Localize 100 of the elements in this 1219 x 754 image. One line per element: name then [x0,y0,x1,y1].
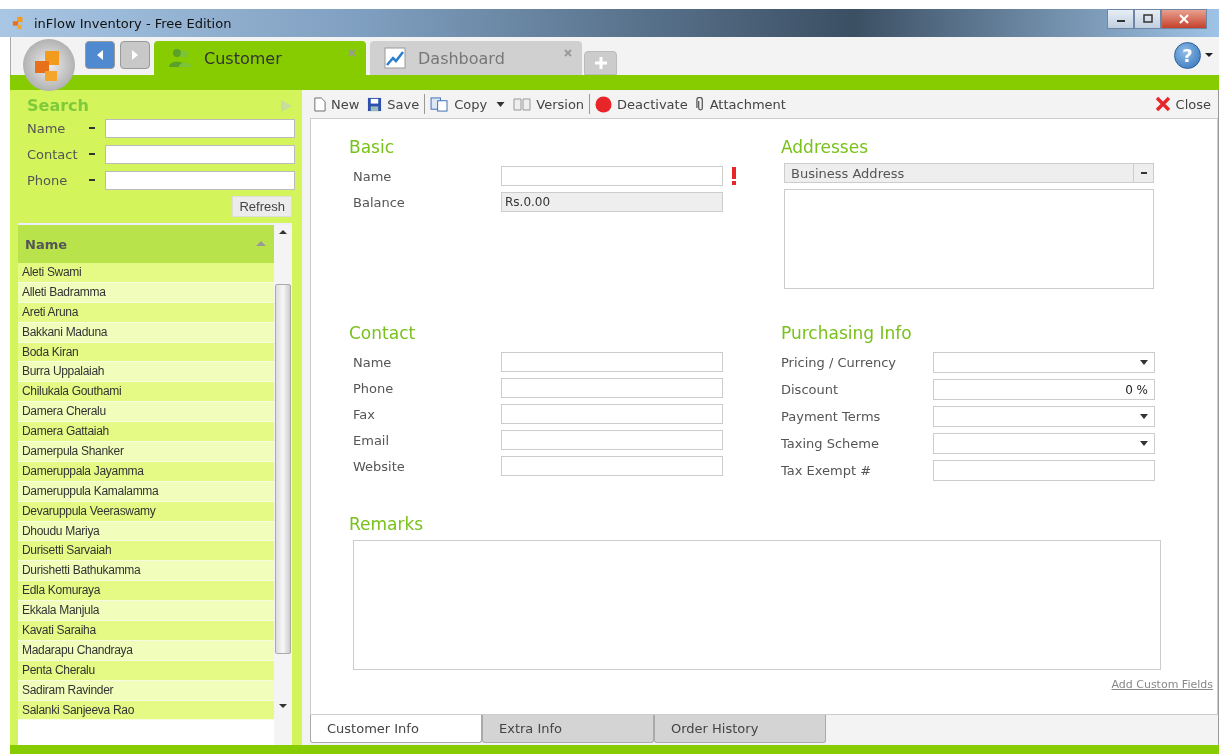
forward-button[interactable] [120,41,150,69]
scrollbar-thumb[interactable] [275,284,291,654]
customer-row[interactable]: Salanki Sanjeeva Rao [18,700,274,721]
scroll-up-icon[interactable] [279,230,287,234]
search-field[interactable] [105,118,295,138]
toolbar-button[interactable]: New [310,94,363,114]
close-icon [1177,14,1191,24]
window-title: inFlow Inventory - Free Edition [34,15,232,31]
close-icon [1154,96,1171,112]
input-field[interactable] [501,166,723,186]
customer-row[interactable]: Chilukala Gouthami [18,382,274,403]
tab[interactable]: Customer Info [310,715,482,743]
input-field[interactable] [501,456,723,476]
field-label: Discount [781,382,840,397]
maximize-icon [1141,14,1154,24]
search-label: Phone [27,172,69,188]
minimize-button[interactable] [1107,9,1134,29]
toolbar-button[interactable]: Version [510,94,588,114]
dropdown-field[interactable] [933,433,1155,454]
chart-icon [384,47,406,69]
customer-row[interactable]: Dameruppala Jayamma [18,461,274,482]
remarks-field[interactable] [353,540,1161,670]
back-button[interactable] [85,41,115,69]
customer-row[interactable]: Damera Cheralu [18,402,274,423]
input-field[interactable] [501,378,723,398]
customer-row[interactable]: Boda Kiran [18,342,274,363]
customer-row[interactable]: Dhoudu Mariya [18,521,274,542]
dropdown-field[interactable] [933,406,1155,427]
section-title: Remarks [349,514,425,534]
address-field[interactable] [784,189,1154,289]
customer-row[interactable]: Sadiram Ravinder [18,680,274,701]
search-title: Search [27,96,89,115]
book-icon [513,97,532,111]
input-field[interactable] [933,460,1155,481]
app-menu-button[interactable] [23,39,75,91]
toolbar-button[interactable]: Attachment [692,94,789,114]
dropdown-field[interactable] [933,352,1155,373]
customer-row[interactable]: Madarapu Chandraya [18,640,274,661]
section-title: Purchasing Info [781,323,913,343]
input-field[interactable] [501,404,723,424]
customer-row[interactable]: Ekkala Manjula [18,601,274,622]
balance-field: Rs.0.00 [501,192,723,212]
sort-icon [256,241,266,246]
customer-row[interactable]: Bakkani Maduna [18,322,274,343]
scrollbar[interactable] [274,225,292,745]
tab[interactable]: Extra Info [482,715,654,743]
new-tab-button[interactable] [584,51,617,75]
paperclip-icon [695,96,705,112]
input-field[interactable] [501,430,723,450]
toolbar-button[interactable]: Deactivate [592,93,691,115]
customer-row[interactable]: Edla Komuraya [18,581,274,602]
input-field[interactable]: 0 % [933,379,1155,400]
close-button[interactable] [1161,9,1207,29]
search-label: Contact [27,146,79,162]
customer-row[interactable]: Areti Aruna [18,302,274,323]
collapse-arrow-icon[interactable] [280,99,292,112]
add-custom-fields-link[interactable]: Add Custom Fields [1111,678,1213,691]
section-title: Addresses [781,137,870,157]
field-label: Phone [353,380,395,396]
people-icon [168,48,192,68]
field-label: Pricing / Currency [781,355,898,370]
toolbar-button[interactable]: Save [364,94,423,114]
field-label: Website [353,458,406,474]
field-label: Payment Terms [781,409,882,424]
toolbar-button[interactable]: Copy [427,94,509,114]
customer-row[interactable]: Damerpula Shanker [18,442,274,462]
customer-row[interactable]: Durisetti Sarvaiah [18,541,274,562]
customer-row[interactable]: Dameruppula Kamalamma [18,481,274,502]
search-field[interactable] [105,170,295,190]
field-label: Email [353,432,391,448]
field-label: Name [353,168,393,184]
tab[interactable]: Order History [654,715,826,743]
column-header[interactable]: Name [18,225,274,263]
plus-icon [593,56,608,70]
search-field[interactable] [105,144,295,164]
input-field[interactable] [501,352,723,372]
copy-icon [430,96,450,112]
scroll-down-icon[interactable] [279,704,287,708]
close-icon[interactable] [348,49,356,57]
customer-row[interactable]: Kavati Saraiha [18,621,274,641]
customer-row[interactable]: Durishetti Bathukamma [18,561,274,582]
search-label: Name [27,120,67,136]
maximize-button[interactable] [1134,9,1161,29]
close-form-button[interactable]: Close [1151,94,1214,114]
field-label: Name [353,354,393,370]
customer-row[interactable]: Burra Uppalaiah [18,362,274,383]
field-label: Tax Exempt # [781,463,873,478]
tab[interactable]: Customer [154,41,366,75]
customer-row[interactable]: Aleti Swami [18,263,274,283]
customer-row[interactable]: Devaruppula Veeraswamy [18,501,274,522]
app-logo-icon [12,16,26,30]
customer-row[interactable]: Damera Gattaiah [18,422,274,442]
customer-row[interactable]: Penta Cheralu [18,660,274,681]
document-icon [313,96,326,112]
refresh-button[interactable]: Refresh [232,196,292,217]
customer-row[interactable]: Alleti Badramma [18,282,274,303]
field-label: Taxing Scheme [781,436,880,451]
address-type-dropdown[interactable]: Business Address [784,163,1154,183]
close-icon[interactable] [564,49,572,57]
section-title: Contact [349,323,417,343]
